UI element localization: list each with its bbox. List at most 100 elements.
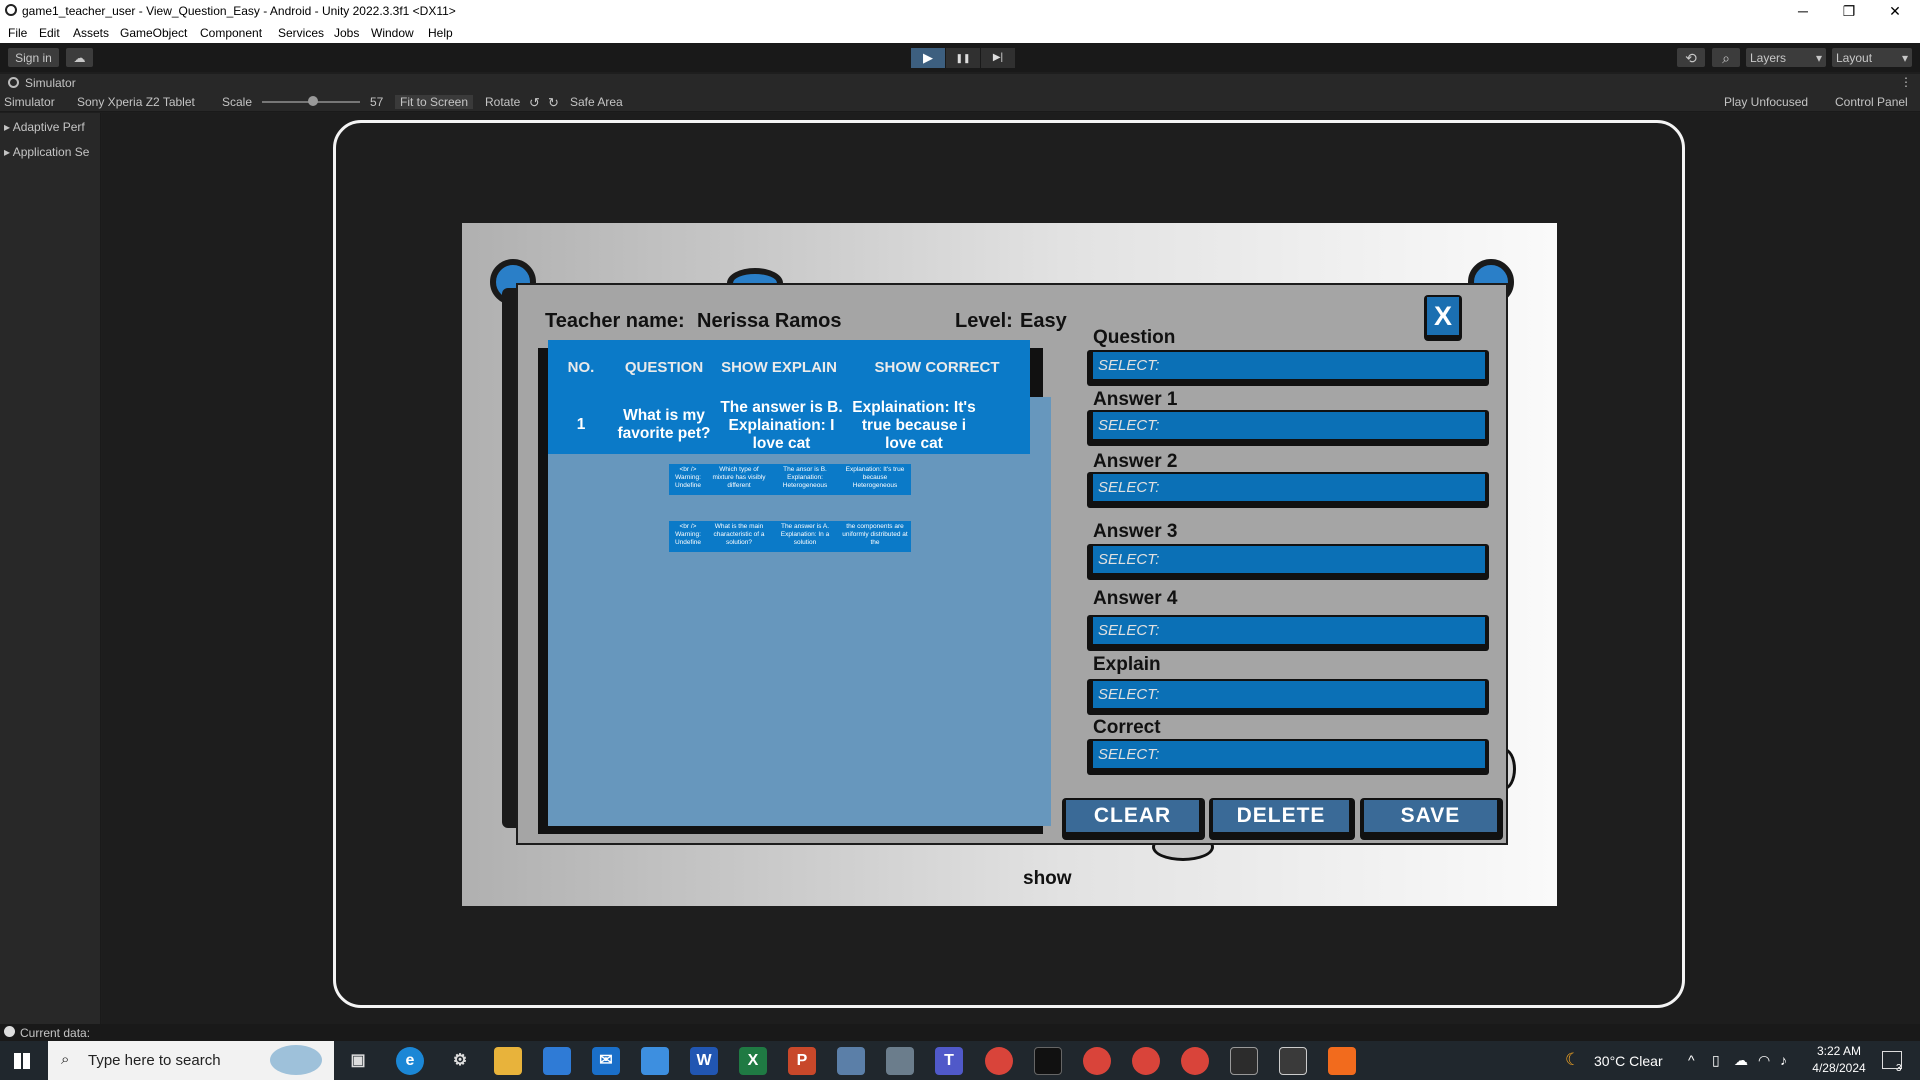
app-icon[interactable] (641, 1047, 669, 1075)
save-button[interactable]: SAVE (1360, 798, 1503, 840)
cell-no: <br /> Warning: Undefine (674, 466, 702, 489)
close-button[interactable]: X (1424, 295, 1462, 341)
unity-logo-icon (5, 4, 17, 16)
list-item[interactable]: <br /> Warning: Undefine What is the mai… (669, 521, 911, 552)
correct-select[interactable]: SELECT: (1087, 739, 1489, 775)
table-row[interactable]: 1 What is my favorite pet? The answer is… (548, 397, 1030, 454)
history-icon[interactable]: ⟲ (1677, 48, 1705, 67)
app-icon[interactable] (837, 1047, 865, 1075)
sign-in-button[interactable]: Sign in (8, 48, 59, 67)
fit-to-screen-button[interactable]: Fit to Screen (395, 95, 474, 109)
weather-moon-icon: ☾ (1565, 1050, 1581, 1069)
chrome-icon[interactable] (985, 1047, 1013, 1075)
cell-no: <br /> Warning: Undefine (674, 523, 702, 546)
onedrive-icon[interactable]: ☁ (1734, 1052, 1748, 1069)
tray-overflow-icon[interactable]: ^ (1688, 1052, 1695, 1068)
layers-dropdown[interactable]: Layers ▾ (1746, 48, 1826, 67)
device-icon[interactable]: ▯ (1712, 1052, 1720, 1069)
chrome-icon[interactable] (1132, 1047, 1160, 1075)
play-mode-dropdown[interactable]: Play Unfocused (1724, 95, 1808, 109)
device-dropdown[interactable]: Sony Xperia Z2 Tablet (77, 95, 195, 109)
xampp-icon[interactable] (1328, 1047, 1356, 1075)
question-select[interactable]: SELECT: (1087, 350, 1489, 386)
header-no: NO. (567, 359, 595, 376)
clock-time[interactable]: 3:22 AM (1810, 1044, 1868, 1058)
menu-component[interactable]: Component (200, 26, 262, 40)
word-icon[interactable]: W (690, 1047, 718, 1075)
level-label: Level: (955, 310, 1013, 332)
simulator-icon (8, 77, 19, 88)
foldout-label: Adaptive Perf (12, 120, 85, 134)
control-panel-button[interactable]: Control Panel (1835, 95, 1908, 109)
chrome-icon[interactable] (1181, 1047, 1209, 1075)
menu-jobs[interactable]: Jobs (334, 26, 359, 40)
header-show-explain: SHOW EXPLAIN (721, 359, 837, 376)
maximize-button[interactable]: ❐ (1826, 0, 1872, 23)
answer-3-select[interactable]: SELECT: (1087, 544, 1489, 580)
store-icon[interactable] (543, 1047, 571, 1075)
rotate-label: Rotate (485, 95, 521, 109)
cell-correct: the components are uniformly distributed… (842, 523, 908, 546)
taskbar-search-box[interactable]: ⌕ Type here to search (48, 1041, 334, 1080)
menu-assets[interactable]: Assets (73, 26, 109, 40)
menu-help[interactable]: Help (428, 26, 453, 40)
search-icon: ⌕ (61, 1051, 70, 1068)
answer-1-select[interactable]: SELECT: (1087, 410, 1489, 446)
menu-edit[interactable]: Edit (39, 26, 60, 40)
volume-icon[interactable]: ♪ (1780, 1052, 1787, 1068)
file-explorer-icon[interactable] (494, 1047, 522, 1075)
answer-4-select[interactable]: SELECT: (1087, 615, 1489, 651)
calculator-icon[interactable] (886, 1047, 914, 1075)
foldout-label: Application Se (12, 145, 90, 159)
explain-select[interactable]: SELECT: (1087, 679, 1489, 715)
chrome-icon[interactable] (1083, 1047, 1111, 1075)
safe-area-toggle[interactable]: Safe Area (570, 95, 623, 109)
weather-text[interactable]: 30°C Clear (1594, 1053, 1663, 1069)
more-options-icon[interactable]: ⋮ (1900, 75, 1912, 89)
foldout-application-settings[interactable]: ▸ Application Se (4, 145, 100, 159)
edge-icon[interactable]: e (396, 1047, 424, 1075)
powerpoint-icon[interactable]: P (788, 1047, 816, 1075)
wifi-icon[interactable]: ◠ (1758, 1052, 1770, 1069)
windows-start-icon[interactable] (14, 1053, 30, 1069)
clock-date[interactable]: 4/28/2024 (1806, 1061, 1872, 1075)
list-item[interactable]: <br /> Warning: Undefine Which type of m… (669, 464, 911, 495)
unity-hub-icon[interactable] (1230, 1047, 1258, 1075)
field-label-answer-2: Answer 2 (1093, 451, 1178, 472)
teams-icon[interactable]: T (935, 1047, 963, 1075)
close-window-button[interactable]: ✕ (1872, 0, 1918, 23)
device-screen[interactable]: Teacher name: Nerissa Ramos Level: Easy … (462, 223, 1557, 906)
pause-button[interactable]: ❚❚ (946, 48, 980, 68)
menu-services[interactable]: Services (278, 26, 324, 40)
question-list[interactable]: <br /> Warning: Undefine Which type of m… (548, 397, 1051, 826)
header-show-correct: SHOW CORRECT (874, 359, 1000, 376)
unity-editor-icon[interactable] (1279, 1047, 1307, 1075)
layout-dropdown[interactable]: Layout ▾ (1832, 48, 1912, 67)
clear-button[interactable]: CLEAR (1062, 798, 1205, 840)
delete-button-label: DELETE (1213, 800, 1349, 832)
menu-file[interactable]: File (8, 26, 27, 40)
status-bar: Current data: (0, 1024, 1920, 1041)
mail-icon[interactable]: ✉ (592, 1047, 620, 1075)
play-button[interactable]: ▶ (911, 48, 945, 68)
settings-icon[interactable]: ⚙ (446, 1047, 474, 1075)
rotate-left-icon[interactable]: ↺ (529, 95, 540, 111)
capcut-icon[interactable] (1034, 1047, 1062, 1075)
show-label[interactable]: show (1023, 868, 1072, 890)
search-icon[interactable]: ⌕ (1712, 48, 1740, 67)
notification-count: 3 (1896, 1063, 1902, 1074)
task-view-icon[interactable]: ▣ (344, 1047, 372, 1075)
excel-icon[interactable]: X (739, 1047, 767, 1075)
tab-simulator[interactable]: Simulator (25, 76, 76, 90)
answer-2-select[interactable]: SELECT: (1087, 472, 1489, 508)
cloud-icon[interactable]: ☁ (66, 48, 93, 67)
menu-window[interactable]: Window (371, 26, 414, 40)
rotate-right-icon[interactable]: ↻ (548, 95, 559, 111)
step-button[interactable]: ▶| (981, 48, 1015, 68)
scale-slider-handle[interactable] (308, 96, 318, 106)
minimize-button[interactable]: ─ (1780, 0, 1826, 23)
simulator-mode-dropdown[interactable]: Simulator (4, 95, 55, 109)
delete-button[interactable]: DELETE (1209, 798, 1355, 840)
menu-gameobject[interactable]: GameObject (120, 26, 187, 40)
foldout-adaptive-performance[interactable]: ▸ Adaptive Perf (4, 120, 100, 134)
